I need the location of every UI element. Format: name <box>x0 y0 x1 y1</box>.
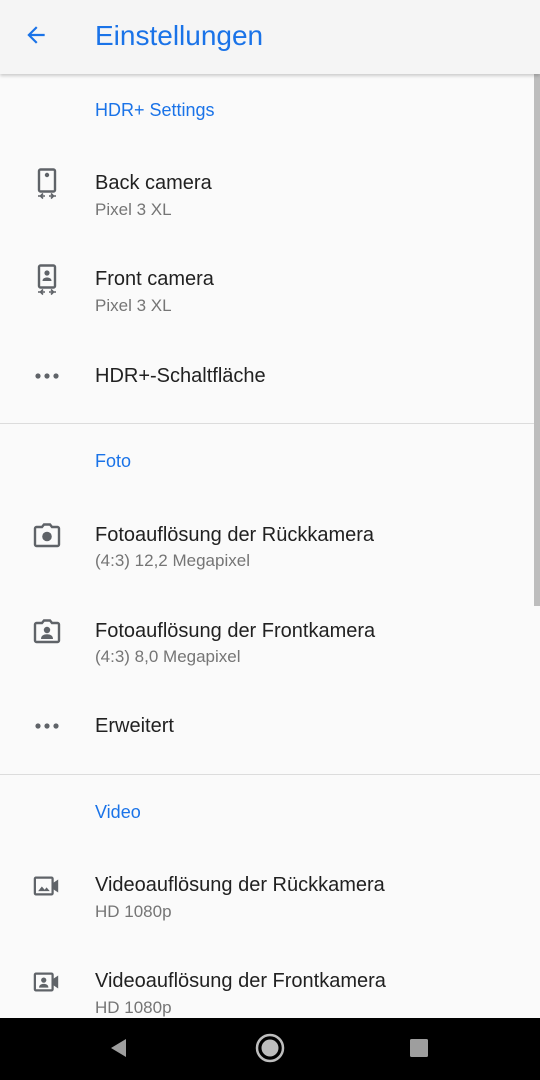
video-landscape-icon <box>33 872 61 900</box>
section-header-photo: Foto <box>95 451 132 471</box>
setting-subtitle: (4:3) 12,2 Megapixel <box>95 551 250 570</box>
setting-title: Front camera <box>95 268 214 290</box>
nav-back-button[interactable] <box>99 1030 139 1070</box>
nav-recents-button[interactable] <box>399 1030 439 1070</box>
nav-home-button[interactable] <box>250 1030 290 1070</box>
triangle-back-icon <box>108 1037 130 1064</box>
phone-back-camera-icon <box>33 168 61 200</box>
setting-title: Back camera <box>95 172 212 194</box>
setting-photo-front-resolution[interactable]: Fotoauflösung der Frontkamera (4:3) 8,0 … <box>0 598 540 694</box>
section-divider <box>0 774 540 775</box>
setting-title: Erweitert <box>95 715 174 737</box>
more-horiz-icon <box>33 362 61 390</box>
setting-title: HDR+-Schaltfläche <box>95 365 266 387</box>
setting-subtitle: (4:3) 8,0 Megapixel <box>95 647 241 666</box>
setting-title: Videoauflösung der Rückkamera <box>95 874 385 896</box>
setting-back-camera[interactable]: Back camera Pixel 3 XL <box>0 150 540 246</box>
setting-subtitle: HD 1080p <box>95 902 172 921</box>
setting-title: Videoauflösung der Frontkamera <box>95 970 386 992</box>
arrow-back-icon <box>23 22 49 53</box>
setting-advanced[interactable]: Erweitert <box>0 694 540 774</box>
home-circle-icon <box>254 1032 286 1069</box>
section-header-video: Video <box>95 802 141 822</box>
settings-screen: Einstellungen HDR+ Settings Back camera … <box>0 0 540 1080</box>
setting-hdr-button[interactable]: HDR+-Schaltfläche <box>0 342 540 422</box>
setting-photo-back-resolution[interactable]: Fotoauflösung der Rückkamera (4:3) 12,2 … <box>0 502 540 598</box>
phone-front-camera-icon <box>33 264 61 296</box>
portrait-camera-icon <box>33 618 61 646</box>
setting-subtitle: Pixel 3 XL <box>95 200 172 219</box>
setting-title: Fotoauflösung der Frontkamera <box>95 620 376 642</box>
setting-front-camera[interactable]: Front camera Pixel 3 XL <box>0 246 540 342</box>
section-divider <box>0 423 540 424</box>
back-button[interactable] <box>14 15 58 59</box>
page-title: Einstellungen <box>95 20 264 51</box>
scrollbar[interactable] <box>534 74 540 606</box>
section-header-hdr: HDR+ Settings <box>95 100 215 120</box>
setting-title: Fotoauflösung der Rückkamera <box>95 524 375 546</box>
square-recents-icon <box>409 1038 429 1063</box>
video-portrait-icon <box>33 968 61 996</box>
more-horiz-icon <box>33 712 61 740</box>
camera-icon <box>33 522 61 550</box>
system-navigation-bar <box>0 1018 540 1080</box>
setting-subtitle: Pixel 3 XL <box>95 296 172 315</box>
setting-video-back-resolution[interactable]: Videoauflösung der Rückkamera HD 1080p <box>0 852 540 948</box>
setting-subtitle: HD 1080p <box>95 998 172 1017</box>
app-bar: Einstellungen <box>0 0 540 74</box>
